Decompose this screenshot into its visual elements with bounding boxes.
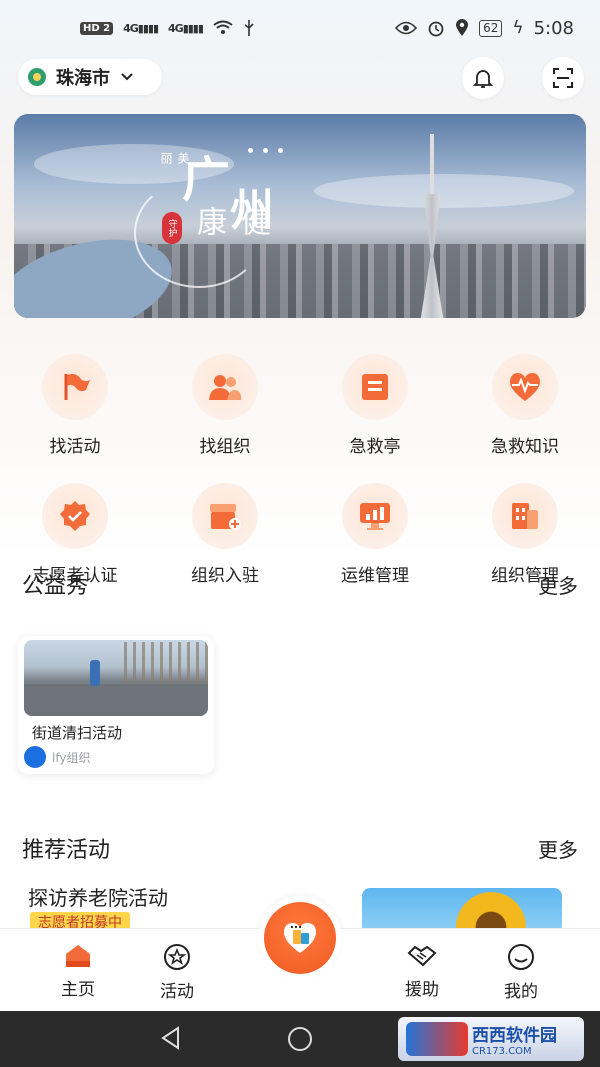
usb-icon [244,20,254,36]
star-circle-icon [164,944,190,970]
menu-label: 找组织 [199,437,251,457]
menu-label: 急救知识 [491,437,559,457]
section-title: 推荐活动 [22,838,111,863]
city-selector[interactable]: 珠海市 [18,59,162,95]
banner-title-char: 广 [182,152,231,208]
banner-dot [248,148,253,153]
photo-person [90,660,100,686]
monitor-chart-icon [342,483,408,549]
fab-circle [264,902,336,974]
signal-icon: 4G▮▮▮▮ [168,21,204,35]
menu-first-aid-kiosk[interactable]: 急救亭 [300,348,450,457]
banner-dot [263,148,268,153]
tab-label: 我的 [504,982,538,1002]
banner-subtitle: 健康 [191,206,270,236]
watermark-logo [406,1022,468,1056]
scan-icon [553,68,573,88]
heartbeat-icon [492,354,558,420]
org-name: lfy组织 [52,750,91,765]
hd-badge: HD 2 [80,21,114,35]
certified-badge-icon [42,483,108,549]
bell-icon [472,70,494,88]
showcase-card[interactable]: 街道清扫活动 lfy组织 [18,636,214,774]
wifi-icon [213,20,233,34]
center-action-button[interactable] [258,896,342,980]
recommended-more-link[interactable]: 更多 [538,834,578,863]
watermark-text: 西西软件园 CR173.COM [472,1021,557,1057]
banner-dots [248,148,283,153]
tab-help[interactable]: 援助 [382,943,462,1000]
city-name: 珠海市 [56,68,110,89]
top-bar: 珠海市 [0,56,600,99]
storefront-add-icon [192,483,258,549]
banner-seal: 守护 [162,212,182,244]
showcase-card-title: 街道清扫活动 [32,724,123,742]
signal-icon: 4G▮▮▮▮ [123,21,159,35]
showcase-more-link[interactable]: 更多 [538,570,578,599]
status-bar: HD 2 4G▮▮▮▮ 4G▮▮▮▮ 62 ϟ 5:08 [0,0,600,56]
menu-find-organization[interactable]: 找组织 [150,348,300,457]
section-title: 公益秀 [22,574,89,599]
back-icon[interactable] [158,1025,184,1051]
sunflower-image [456,892,526,932]
clock: 5:08 [533,17,574,39]
heart-card-icon [283,923,317,953]
location-pin-icon [456,19,469,36]
photo-road [24,684,208,716]
group-icon [192,354,258,420]
quick-menu-grid: 找活动 找组织 急救亭 急救知识 志愿者认证 组织入驻 运维管理 组织管理 [0,348,600,586]
menu-label: 找活动 [49,437,101,457]
smile-face-icon [508,944,534,970]
chevron-down-icon [121,73,133,81]
alarm-icon [428,21,444,37]
menu-find-activity[interactable]: 找活动 [0,348,150,457]
promo-banner[interactable]: 美丽 广 州 健康 守护 [14,114,586,318]
notification-button[interactable] [462,57,504,99]
signal-label: 4G [123,21,139,35]
banner-dot [278,148,283,153]
home-icon [66,945,90,967]
recommended-item-title[interactable]: 探访养老院活动 [28,882,168,911]
recommended-item-image[interactable] [362,888,562,932]
showcase-header: 公益秀 更多 [22,568,578,600]
home-circle-icon[interactable] [286,1025,314,1053]
canton-tower [414,134,450,318]
tower-spire [430,134,434,196]
tab-mine[interactable]: 我的 [481,943,561,1002]
eye-icon [395,21,418,35]
charging-icon: ϟ [512,18,524,38]
kiosk-icon [342,354,408,420]
recommended-header: 推荐活动 更多 [22,832,578,864]
tab-label: 援助 [405,980,439,1000]
photo-trees [124,642,208,686]
showcase-photo [24,640,208,716]
location-icon [28,68,46,86]
tower-body [420,194,444,318]
watermark: 西西软件园 CR173.COM [398,1017,584,1061]
watermark-brand: 西西软件园 [472,1026,557,1046]
handshake-icon [407,945,437,967]
tab-label: 主页 [61,980,95,1000]
watermark-url: CR173.COM [472,1046,532,1057]
system-nav-bar: 西西软件园 CR173.COM [0,1011,600,1067]
menu-first-aid-knowledge[interactable]: 急救知识 [450,348,600,457]
showcase-card-org: lfy组织 [24,746,90,768]
flag-icon [42,354,108,420]
menu-label: 急救亭 [349,437,401,457]
signal-label: 4G [168,21,184,35]
tab-label: 活动 [160,982,194,1002]
scan-button[interactable] [542,57,584,99]
tab-activity[interactable]: 活动 [137,943,217,1002]
avatar [24,746,46,768]
building-icon [492,483,558,549]
tab-home[interactable]: 主页 [38,943,118,1000]
status-right: 62 ϟ 5:08 [395,18,574,39]
battery-indicator: 62 [479,19,503,37]
status-left: HD 2 4G▮▮▮▮ 4G▮▮▮▮ [80,19,255,37]
